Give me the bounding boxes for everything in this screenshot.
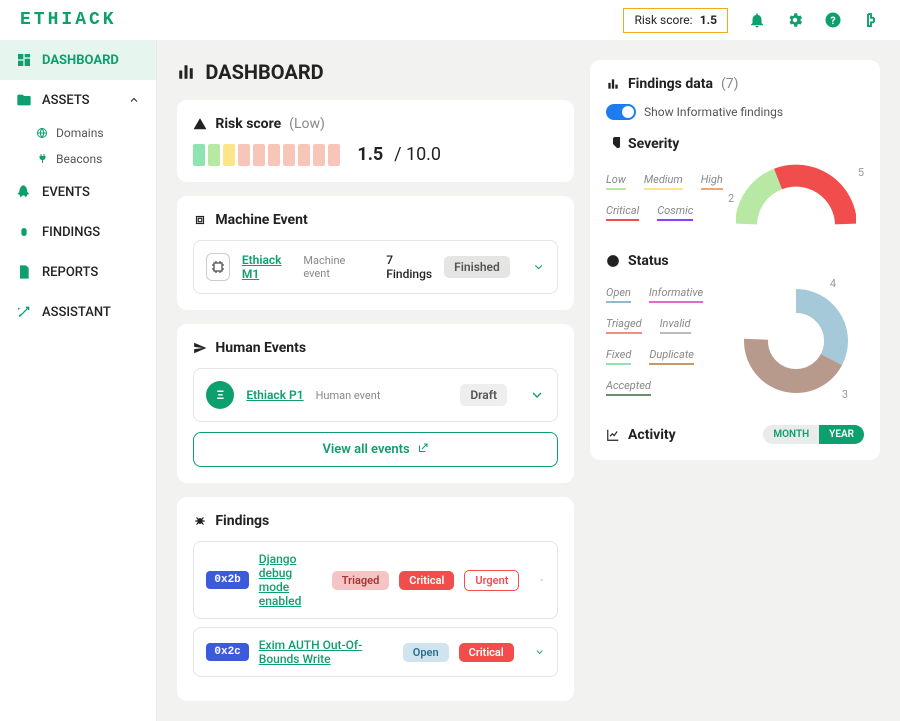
sidebar-sub-domains[interactable]: Domains	[0, 120, 156, 146]
event-link[interactable]: Ethiack P1	[246, 388, 303, 402]
toggle-label: Show Informative findings	[644, 105, 783, 119]
severity-pill: Critical	[459, 643, 514, 662]
sidebar-item-label: FINDINGS	[42, 225, 100, 240]
legend-item: Fixed	[606, 348, 631, 365]
findings-data-card: Findings data (7) Show Informative findi…	[590, 60, 880, 460]
pie-icon	[606, 254, 620, 268]
legend-item: Informative	[649, 286, 703, 303]
finding-link[interactable]: Django debug mode enabled	[259, 552, 312, 608]
sidebar: DASHBOARD ASSETS Domains Beacons EVENTS …	[0, 40, 157, 721]
cpu-icon	[193, 213, 207, 227]
gear-icon[interactable]	[786, 11, 804, 29]
machine-event-row[interactable]: Ethiack M1 Machine event 7 Findings Fini…	[193, 240, 558, 294]
chevron-up-icon	[128, 94, 140, 106]
pie-icon	[606, 137, 620, 151]
status-chip: Finished	[444, 256, 510, 278]
sidebar-sub-label: Domains	[56, 126, 104, 140]
legend-item: High	[701, 173, 723, 190]
period-year[interactable]: YEAR	[819, 425, 864, 444]
sidebar-item-events[interactable]: EVENTS	[0, 172, 156, 212]
sidebar-item-label: DASHBOARD	[42, 53, 119, 68]
urgency-pill: Urgent	[464, 570, 519, 591]
human-event-row[interactable]: Ξ Ethiack P1 Human event Draft	[193, 368, 558, 422]
sidebar-item-assets[interactable]: ASSETS	[0, 80, 156, 120]
globe-icon	[36, 127, 48, 139]
sidebar-item-assistant[interactable]: ASSISTANT	[0, 292, 156, 332]
bug-icon	[193, 514, 207, 528]
user-menu-icon[interactable]	[862, 11, 880, 29]
legend-item: Low	[606, 173, 626, 190]
severity-pill: Critical	[399, 571, 454, 590]
sidebar-item-dashboard[interactable]: DASHBOARD	[0, 40, 156, 80]
warning-icon	[193, 117, 207, 131]
dashboard-icon	[177, 63, 195, 81]
event-type: Machine event	[303, 254, 362, 280]
chart-icon	[606, 77, 620, 91]
status-chip: Draft	[460, 384, 507, 406]
findings-count: 7 Findings	[386, 253, 432, 281]
findings-card: Findings 0x2b Django debug mode enabled …	[177, 497, 574, 701]
severity-chart: 2 5	[736, 164, 856, 229]
informative-toggle[interactable]	[606, 104, 636, 120]
legend-item: Open	[606, 286, 631, 303]
brand-logo: ETHIACK	[20, 10, 117, 30]
status-pill: Triaged	[332, 571, 389, 590]
chevron-down-icon[interactable]	[534, 644, 545, 660]
risk-score-badge: Risk score: 1.5	[623, 8, 728, 33]
cpu-icon	[206, 253, 229, 281]
chevron-down-icon[interactable]	[529, 387, 545, 403]
external-link-icon	[417, 442, 429, 454]
line-chart-icon	[606, 428, 620, 442]
legend-item: Invalid	[660, 317, 691, 334]
status-chart: 4 3	[736, 281, 856, 401]
legend-item: Duplicate	[649, 348, 694, 365]
wand-icon	[16, 304, 32, 320]
bug-icon	[16, 224, 32, 240]
period-toggle[interactable]: MONTH YEAR	[763, 425, 864, 444]
hex-badge: 0x2b	[206, 571, 248, 589]
risk-score-card: Risk score (Low) 1.5 / 10.0	[177, 100, 574, 182]
legend-item: Accepted	[606, 379, 651, 396]
sidebar-sub-label: Beacons	[56, 152, 102, 166]
legend-item: Triaged	[606, 317, 642, 334]
view-all-events-button[interactable]: View all events	[193, 432, 558, 467]
sidebar-item-label: EVENTS	[42, 185, 90, 200]
risk-bars: 1.5 / 10.0	[193, 144, 558, 166]
finding-link[interactable]: Exim AUTH Out-Of-Bounds Write	[259, 638, 383, 666]
chevron-down-icon[interactable]	[532, 259, 545, 275]
report-icon	[16, 264, 32, 280]
sidebar-item-label: ASSETS	[42, 93, 90, 108]
page-title: DASHBOARD	[177, 60, 574, 84]
sidebar-item-reports[interactable]: REPORTS	[0, 252, 156, 292]
rocket-icon	[16, 184, 32, 200]
chevron-down-icon[interactable]	[539, 572, 545, 588]
svg-text:?: ?	[830, 14, 835, 27]
bell-icon[interactable]	[748, 11, 766, 29]
event-link[interactable]: Ethiack M1	[242, 253, 292, 281]
sidebar-item-label: REPORTS	[42, 265, 98, 280]
event-type: Human event	[316, 389, 381, 402]
sidebar-item-label: ASSISTANT	[42, 305, 111, 320]
sidebar-sub-beacons[interactable]: Beacons	[0, 146, 156, 172]
avatar: Ξ	[206, 381, 234, 409]
hex-badge: 0x2c	[206, 643, 248, 661]
help-icon[interactable]: ?	[824, 11, 842, 29]
legend-item: Cosmic	[657, 204, 693, 221]
period-month[interactable]: MONTH	[763, 425, 819, 444]
dashboard-icon	[16, 52, 32, 68]
status-pill: Open	[403, 643, 449, 662]
finding-row[interactable]: 0x2c Exim AUTH Out-Of-Bounds Write Open …	[193, 627, 558, 677]
plug-icon	[36, 153, 48, 165]
human-events-card: Human Events Ξ Ethiack P1 Human event Dr…	[177, 324, 574, 483]
send-icon	[193, 341, 207, 355]
machine-event-card: Machine Event Ethiack M1 Machine event 7…	[177, 196, 574, 310]
legend-item: Critical	[606, 204, 639, 221]
finding-row[interactable]: 0x2b Django debug mode enabled Triaged C…	[193, 541, 558, 619]
legend-item: Medium	[644, 173, 683, 190]
assets-icon	[16, 92, 32, 108]
sidebar-item-findings[interactable]: FINDINGS	[0, 212, 156, 252]
